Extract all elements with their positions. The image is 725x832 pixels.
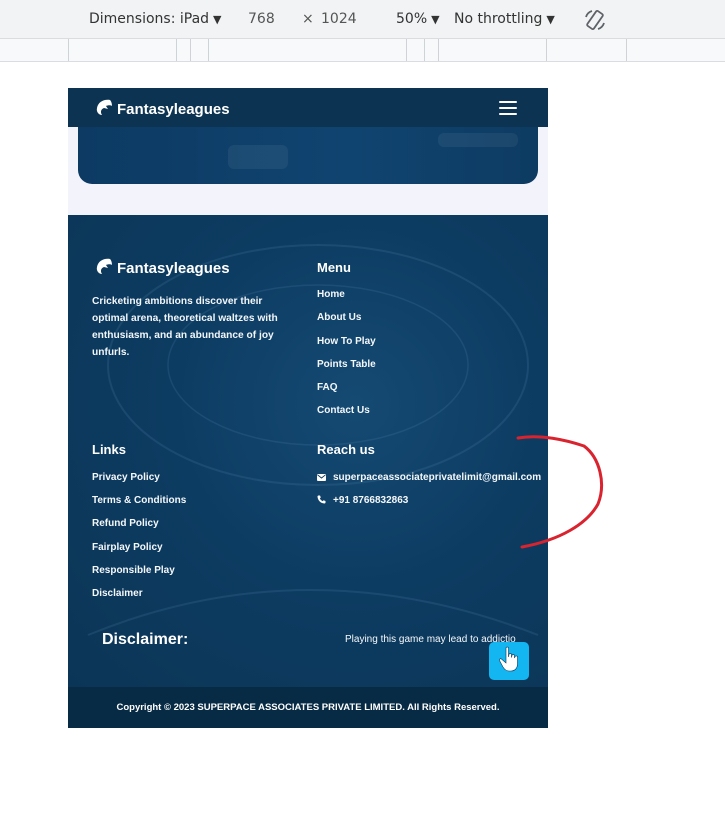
brand-name: Fantasyleagues (117, 100, 230, 118)
link-privacy-policy[interactable]: Privacy Policy (92, 472, 160, 483)
menu-link-home[interactable]: Home (317, 289, 345, 300)
site-logo[interactable]: Fantasyleagues (94, 97, 230, 121)
throttling-label: No throttling (454, 11, 543, 27)
menu-link-about-us[interactable]: About Us (317, 312, 361, 323)
link-refund-policy[interactable]: Refund Policy (92, 518, 159, 529)
zoom-dropdown[interactable]: 50% ▼ (396, 11, 440, 27)
disclaimer-title: Disclaimer: (102, 631, 189, 648)
ruler-mark (68, 39, 69, 61)
eagle-logo-icon (94, 97, 114, 121)
site-footer (68, 215, 548, 687)
footer-background-art (87, 244, 539, 636)
site-header: Fantasyleagues (68, 88, 548, 127)
width-input[interactable]: 768 (248, 11, 275, 27)
hero-banner (78, 127, 538, 184)
eagle-logo-icon (94, 256, 114, 280)
menu-link-points-table[interactable]: Points Table (317, 359, 376, 370)
ruler-mark (176, 39, 177, 61)
ruler-mark (626, 39, 627, 61)
height-input[interactable]: 1024 (321, 11, 357, 27)
phone-contact[interactable]: +91 8766832863 (317, 495, 408, 506)
link-disclaimer[interactable]: Disclaimer (92, 588, 143, 599)
footer-logo[interactable]: Fantasyleagues (94, 256, 230, 280)
banner-shape (438, 133, 518, 147)
chevron-down-icon: ▼ (213, 13, 222, 26)
phone-text: +91 8766832863 (333, 495, 409, 506)
zoom-label: 50% (396, 11, 428, 27)
menu-link-faq[interactable]: FAQ (317, 382, 338, 393)
chevron-down-icon: ▼ (431, 13, 440, 26)
chevron-down-icon: ▼ (546, 13, 555, 26)
throttling-dropdown[interactable]: No throttling ▼ (454, 11, 555, 27)
copyright-bar: Copyright © 2023 SUPERPACE ASSOCIATES PR… (68, 687, 548, 728)
hamburger-icon[interactable] (499, 101, 517, 115)
device-viewport: Fantasyleagues Fantasyleagues Cricketing… (68, 88, 548, 728)
footer-brand-name: Fantasyleagues (117, 259, 230, 277)
reach-us-title: Reach us (317, 442, 375, 457)
hand-pointer-icon (496, 645, 522, 678)
rotate-icon[interactable] (583, 8, 607, 36)
link-responsible-play[interactable]: Responsible Play (92, 565, 175, 576)
link-fairplay-policy[interactable]: Fairplay Policy (92, 542, 163, 553)
links-title: Links (92, 442, 126, 457)
banner-shape (228, 145, 288, 169)
phone-icon (317, 495, 327, 506)
dimensions-label: Dimensions: iPad (89, 11, 210, 27)
times-label: × (302, 11, 314, 27)
menu-title: Menu (317, 260, 351, 275)
ruler-mark (190, 39, 191, 61)
footer-description: Cricketing ambitions discover their opti… (92, 296, 278, 358)
floating-touch-button[interactable] (489, 642, 529, 680)
link-terms-conditions[interactable]: Terms & Conditions (92, 495, 186, 506)
ruler-mark (424, 39, 425, 61)
media-query-ruler[interactable] (0, 39, 725, 62)
menu-link-how-to-play[interactable]: How To Play (317, 336, 376, 347)
ruler-mark (546, 39, 547, 61)
ruler-mark (208, 39, 209, 61)
email-text: superpaceassociateprivatelimit@gmail.com (333, 472, 542, 483)
email-contact[interactable]: superpaceassociateprivatelimit@gmail.com (317, 472, 541, 483)
devtools-device-toolbar: Dimensions: iPad ▼ 768 × 1024 50% ▼ No thr… (0, 0, 725, 39)
ruler-mark (406, 39, 407, 61)
envelope-icon (317, 473, 327, 483)
dimensions-dropdown[interactable]: Dimensions: iPad ▼ (89, 11, 222, 27)
ruler-mark (438, 39, 439, 61)
menu-link-contact-us[interactable]: Contact Us (317, 405, 370, 416)
